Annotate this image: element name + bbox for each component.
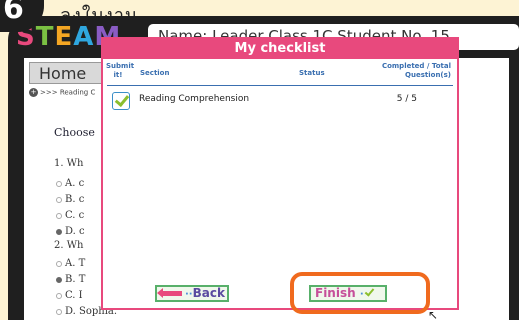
answer-option[interactable]: A. T <box>56 258 85 269</box>
answer-option[interactable]: C. c <box>56 210 84 221</box>
plus-icon[interactable]: + <box>29 88 38 97</box>
radio-button[interactable] <box>56 260 62 267</box>
answer-option[interactable]: C. I <box>56 290 83 301</box>
breadcrumb: + >>> Reading C <box>29 88 96 97</box>
radio-button[interactable] <box>56 180 62 187</box>
radio-button-selected[interactable] <box>56 276 62 283</box>
radio-button-selected[interactable] <box>56 228 62 235</box>
column-header-submit: Submit it! <box>106 62 135 79</box>
checklist-dialog: My checklist Submit it! Section Status C… <box>101 37 459 310</box>
back-button[interactable]: ··Back <box>155 285 229 302</box>
header-divider <box>107 85 453 86</box>
radio-button[interactable] <box>56 196 62 203</box>
cursor-icon: ↖ <box>428 308 439 320</box>
answer-option[interactable]: D. c <box>56 226 85 237</box>
finish-button[interactable]: Finish · <box>309 285 387 302</box>
answer-option[interactable]: A. c <box>56 178 84 189</box>
check-icon <box>364 286 374 297</box>
radio-button[interactable] <box>56 292 62 299</box>
table-row: Reading Comprehension 5 / 5 <box>103 89 457 113</box>
question-prompt: 2. Wh <box>54 240 84 251</box>
answer-option[interactable]: B. T <box>56 274 85 285</box>
column-header-section: Section <box>140 69 170 77</box>
instruction-text: Choose <box>54 126 95 139</box>
device-slot <box>441 314 489 320</box>
column-header-status: Status <box>299 69 325 77</box>
section-name: Reading Comprehension <box>139 94 250 104</box>
left-arrow-icon <box>157 288 182 298</box>
completed-count: 5 / 5 <box>396 94 417 104</box>
answer-option[interactable]: B. c <box>56 194 84 205</box>
submit-checkbox[interactable] <box>112 92 130 110</box>
radio-button[interactable] <box>56 212 62 219</box>
column-header-completed: Completed / Total Question(s) <box>381 62 451 79</box>
dialog-title: My checklist <box>103 39 457 59</box>
question-prompt: 1. Wh <box>54 158 84 169</box>
radio-button[interactable] <box>56 308 62 315</box>
